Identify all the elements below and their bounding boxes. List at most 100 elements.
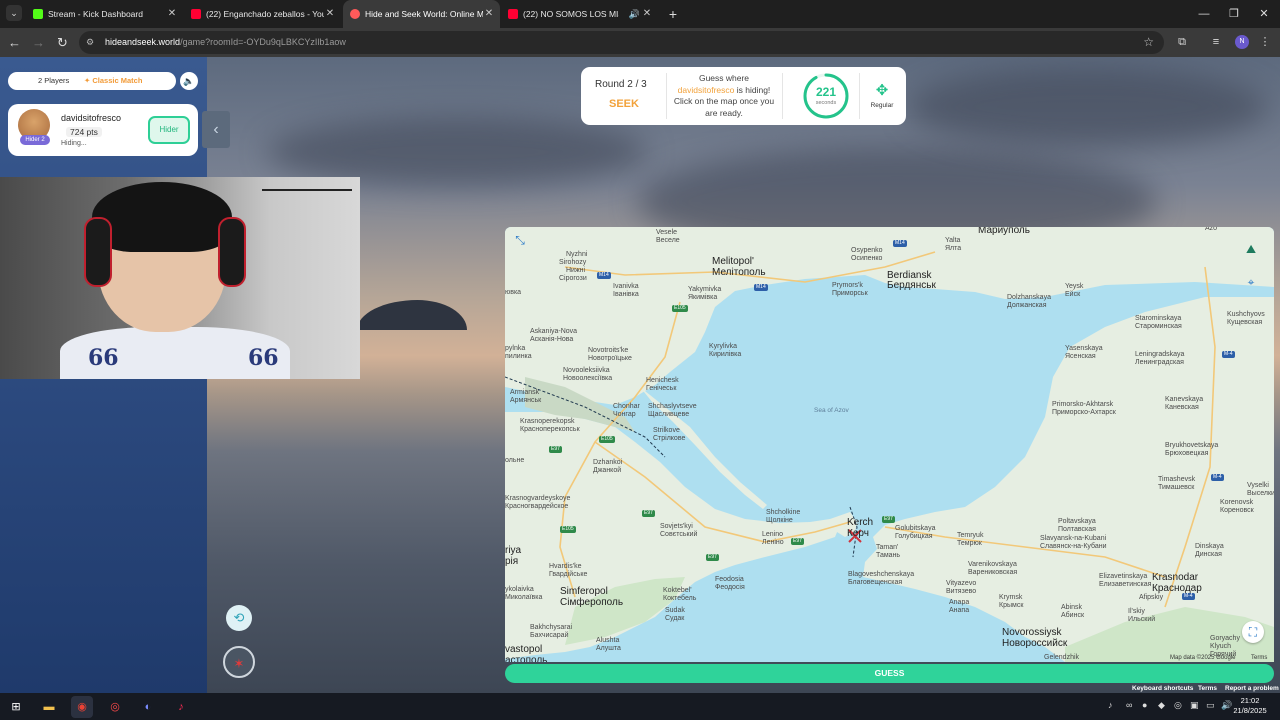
tray-link-icon[interactable]: ∞ [1126, 700, 1132, 710]
tiktok-icon[interactable]: ♪ [170, 696, 192, 718]
map-place-label: Тамань [876, 552, 901, 559]
map-place-label: Taman' [876, 544, 899, 551]
map-place-label: Simferopol [560, 586, 608, 597]
windows-start-icon[interactable]: ⊞ [5, 696, 27, 718]
network-icon[interactable]: ▭ [1206, 700, 1215, 711]
tab-close-icon[interactable]: ✕ [642, 0, 652, 28]
forward-arrow-icon[interactable]: → [30, 34, 47, 51]
map-place-label: Poltavskaya [1058, 518, 1096, 525]
guess-button[interactable]: GUESS [505, 664, 1274, 683]
close-window-icon[interactable]: ✕ [1248, 0, 1280, 28]
map-place-label: Kyrylivka [709, 343, 738, 350]
divider [666, 73, 667, 119]
map-place-label: Nyzhni [566, 251, 588, 258]
player-card: Hider 2 davidsitofresco 724 pts Hiding..… [8, 104, 198, 156]
map-place-label: Korenovsk [1220, 499, 1254, 506]
map-place-label: Красноперекопськ [520, 426, 580, 433]
map-data-credit: Map data ©2025 Google [1170, 655, 1236, 661]
map-place-label: Koktebel' [663, 587, 692, 594]
taskbar-clock[interactable]: 21:02 21/8/2025 [1230, 696, 1270, 716]
map-place-label: Полтавская [1058, 526, 1096, 533]
site-info-icon[interactable]: ⚙ [86, 37, 97, 48]
road-shield-label: M14 [893, 240, 907, 247]
map-place-label: Shcholkine [766, 509, 801, 516]
map-place-label: vastopol [505, 644, 543, 655]
map-place-label: Миколаївка [505, 594, 543, 601]
tray-app-icon[interactable]: ◆ [1158, 700, 1165, 711]
map-place-label: Краснодар [1152, 583, 1202, 594]
map-place-label: Sovjets'kyi [660, 523, 693, 530]
map-place-label: Ivanivka [613, 283, 639, 290]
clock-date: 21/8/2025 [1233, 706, 1267, 715]
tab-youtube-enganchado[interactable]: (22) Enganchado zeballos - You ✕ [184, 0, 341, 28]
msg-mid: is hiding! [736, 84, 771, 95]
road-shield-label: M-4 [1182, 593, 1195, 600]
minimize-icon[interactable]: — [1188, 0, 1220, 28]
tab-title: (22) Enganchado zeballos - You [206, 9, 324, 19]
extensions-puzzle-icon[interactable]: ⧉ [1174, 34, 1190, 50]
keyboard-shortcuts-link[interactable]: Keyboard shortcuts [1132, 685, 1193, 692]
tab-search-chevron-down-icon[interactable]: ⌄ [6, 5, 22, 21]
map-place-label: Абинск [1061, 612, 1085, 619]
address-bar[interactable]: ⚙ hideandseek.world/game?roomId=-OYDu9qL… [79, 31, 1164, 54]
hider-role-button[interactable]: Hider [148, 116, 190, 144]
map-terms-link[interactable]: Terms [1251, 655, 1267, 661]
map-place-label: Blagoveshchenskaya [848, 571, 915, 578]
discord-icon[interactable]: ◐ [137, 696, 159, 718]
chrome-icon[interactable]: ◉ [71, 696, 93, 718]
media-queue-icon[interactable]: ≡ [1208, 34, 1224, 50]
map-place-label: Melitopol' [712, 256, 754, 267]
map-place-label: Krymsk [999, 594, 1023, 601]
map-place-label: Стрілкове [653, 435, 686, 442]
map-place-label: Askaniya-Nova [530, 328, 578, 335]
restore-icon[interactable]: ❐ [1218, 0, 1250, 28]
shrink-arrows-icon[interactable]: ⤡ [509, 229, 531, 251]
map-place-label: Ясенская [1065, 353, 1096, 360]
tray-nvidia-icon[interactable]: ▣ [1190, 700, 1199, 711]
profile-avatar[interactable]: N [1235, 35, 1249, 49]
map-place-label: Prymors'k [832, 282, 863, 289]
compass-icon[interactable]: ✶ [223, 646, 255, 678]
shirt-number: 66 [248, 345, 279, 371]
fullscreen-icon[interactable]: ⛶ [1242, 621, 1264, 643]
speaker-icon[interactable]: 🔊 [629, 0, 640, 28]
map-place-label: Темрюк [957, 540, 982, 547]
map-place-label: Новотроїцьке [588, 355, 632, 362]
map-place-label: Bakhchysarai [530, 624, 573, 631]
guess-map[interactable]: Мариуполь Yalta Ялта Azo Vesele Веселе Nyzhni S… [505, 227, 1274, 662]
back-arrow-icon[interactable]: ← [6, 34, 23, 51]
tray-app-icon[interactable]: ◎ [1174, 700, 1182, 711]
new-tab-plus-icon[interactable]: + [665, 5, 681, 23]
player-points: 724 pts [66, 127, 102, 137]
speaker-icon[interactable]: 🔈 [180, 72, 198, 90]
file-explorer-icon[interactable]: ▬ [38, 696, 60, 718]
map-place-label: Leningradskaya [1135, 351, 1185, 358]
map-place-label: Bryukhovetskaya [1165, 442, 1219, 449]
road-shield-label: M-4 [1211, 474, 1224, 481]
tab-close-icon[interactable]: ✕ [484, 0, 494, 28]
match-info-pill: 2 Players ✦ Classic Match [8, 72, 176, 90]
tab-youtube-no-somos[interactable]: (22) NO SOMOS LOS MISM 🔊 ✕ [501, 0, 658, 28]
locate-target-icon[interactable]: ⌖ [1240, 271, 1262, 293]
refresh-icon[interactable]: ⟲ [226, 605, 252, 631]
tab-kick-dashboard[interactable]: Stream - Kick Dashboard ✕ [26, 0, 183, 28]
terms-link[interactable]: Terms [1198, 685, 1217, 692]
kebab-menu-icon[interactable]: ⋮ [1257, 34, 1273, 50]
tray-tiktok-icon[interactable]: ♪ [1108, 700, 1113, 710]
map-place-label: Асканія-Нова [530, 336, 574, 343]
reload-icon[interactable]: ↻ [54, 34, 71, 51]
tray-app-icon[interactable]: ● [1142, 700, 1147, 710]
map-place-label: Dinskaya [1195, 543, 1224, 550]
road-view-icon[interactable]: ⛰ [1240, 238, 1262, 260]
obs-icon[interactable]: ◎ [104, 696, 126, 718]
tab-hide-and-seek[interactable]: Hide and Seek World: Online M ✕ [343, 0, 500, 28]
map-place-label: Alushta [596, 637, 620, 644]
tab-close-icon[interactable]: ✕ [167, 0, 177, 28]
collapse-panel-chevron-left-icon[interactable]: ‹ [202, 111, 230, 148]
report-problem-link[interactable]: Report a problem [1225, 685, 1279, 692]
bookmark-star-icon[interactable]: ☆ [1143, 35, 1154, 49]
tab-close-icon[interactable]: ✕ [325, 0, 335, 28]
players-count: 2 Players [38, 76, 70, 85]
msg-prefix: Guess where [698, 73, 750, 83]
map-place-label: Ленинградская [1135, 359, 1184, 366]
